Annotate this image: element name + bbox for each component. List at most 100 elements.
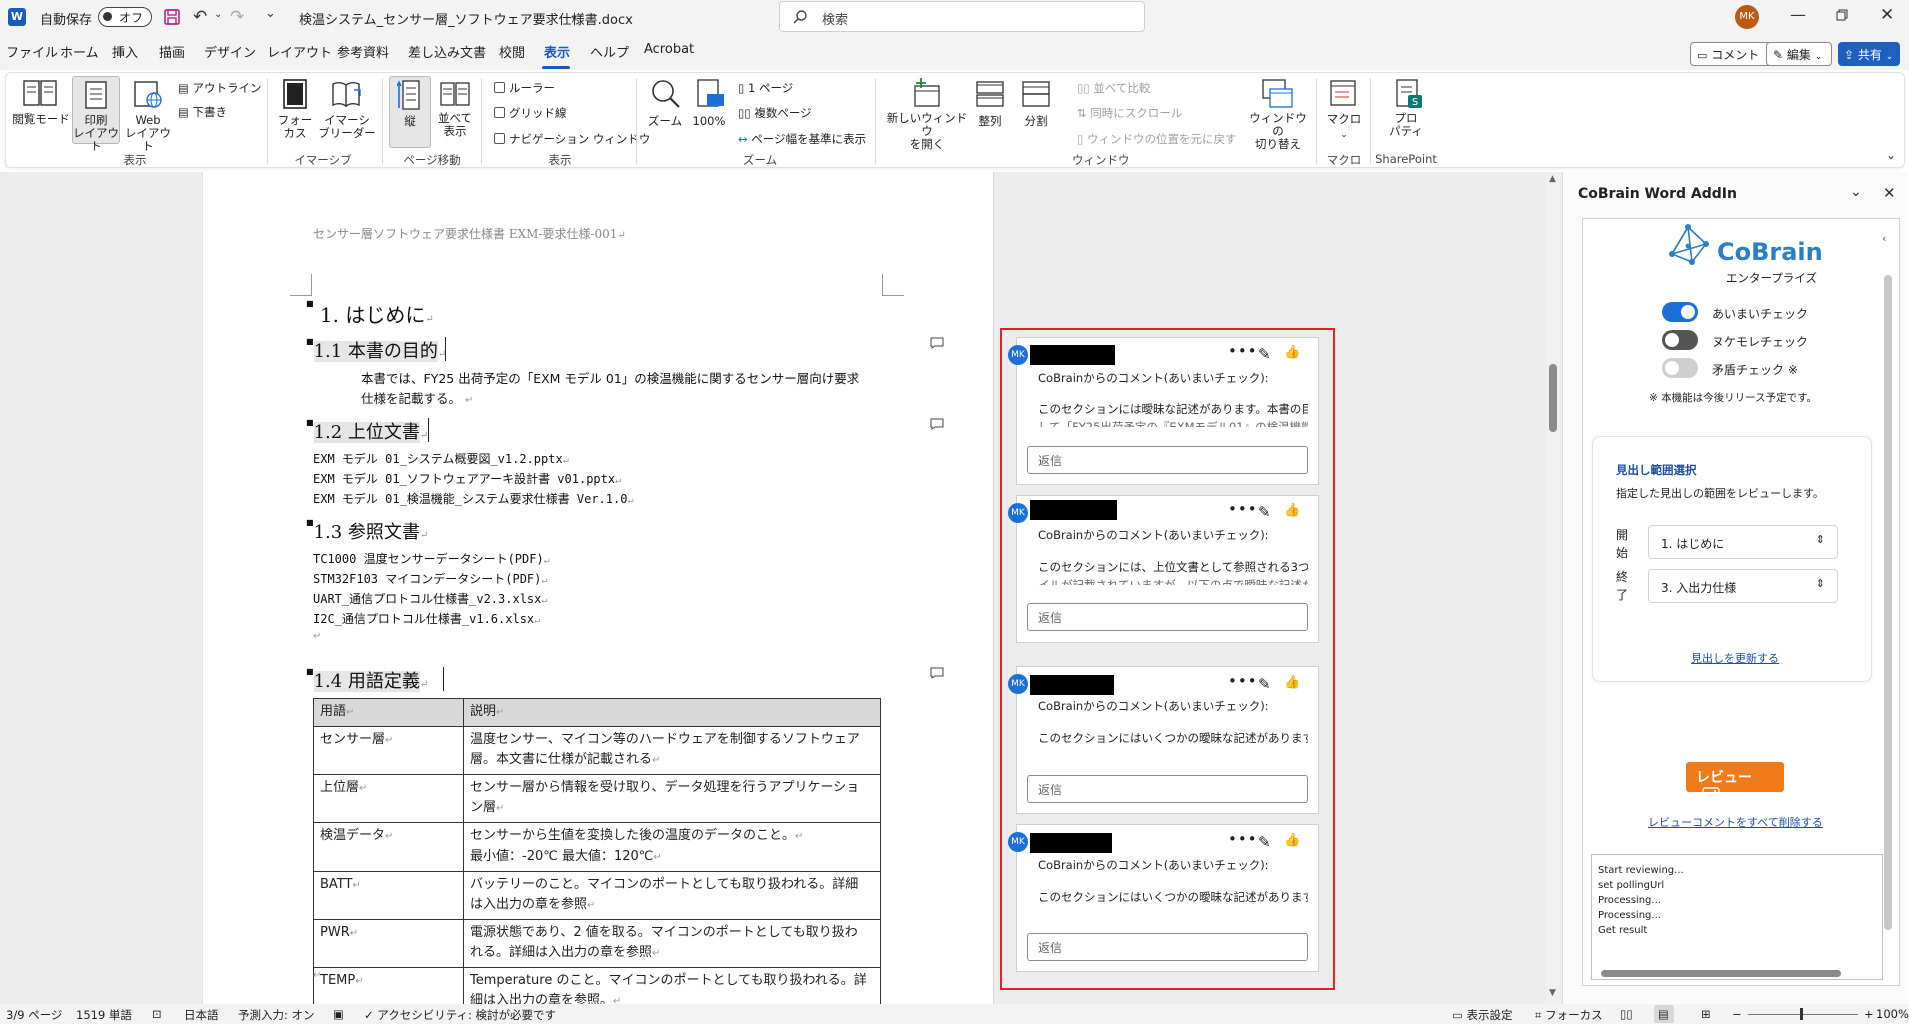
table-cell-term[interactable]: 上位層↵ <box>313 774 464 823</box>
document-scrollbar[interactable] <box>1546 172 1560 1004</box>
table-cell-term[interactable]: BATT↵ <box>313 871 464 920</box>
track-changes-icon[interactable]: ▣ <box>333 1007 344 1021</box>
list-item[interactable]: I2C_通信プロトコル仕様書_v1.6.xlsx↵ <box>313 610 540 627</box>
split-button[interactable]: 分割 <box>1016 114 1056 128</box>
reply-input[interactable]: 返信 <box>1027 446 1308 474</box>
reset-window-position-button[interactable]: ▯ ウィンドウの位置を元に戻す <box>1077 131 1237 147</box>
edit-comment-icon[interactable]: ✎ <box>1258 675 1271 693</box>
zoom-out-icon[interactable]: − <box>1732 1007 1742 1021</box>
text-prediction[interactable]: 予測入力: オン <box>238 1007 315 1023</box>
table-row[interactable]: BATT↵ バッテリーのこと。マイコンのポートとしても取り扱われる。詳細 は入出力… <box>313 871 881 920</box>
terms-table[interactable]: 用語↵ 説明↵ センサー層↵ 温度センサー、マイコン等のハードウェアを制御するソ… <box>313 698 881 1016</box>
review-button[interactable]: レビュー <box>1686 762 1784 803</box>
edit-mode-button[interactable]: ✎ 編集 ⌄ <box>1766 42 1832 66</box>
proofing-icon[interactable]: ⊡ <box>152 1007 162 1021</box>
contradiction-check-toggle[interactable] <box>1662 358 1698 378</box>
reply-input[interactable]: 返信 <box>1027 933 1308 961</box>
table-cell-desc[interactable]: 温度センサー、マイコン等のハードウェアを制御するソフトウェア 層。本文書に仕様が記… <box>463 726 881 775</box>
user-avatar[interactable]: MK <box>1735 5 1759 29</box>
like-icon[interactable]: 👍 <box>1284 833 1300 848</box>
table-cell-desc[interactable]: センサー層から情報を受け取り、データ処理を行うアプリケーショ ン層↵ <box>463 774 881 823</box>
delete-all-comments-link[interactable]: レビューコメントをすべて削除する <box>1648 814 1823 830</box>
heading-1-1[interactable]: ■1.1 本書の目的↵ <box>306 337 446 363</box>
update-headings-link[interactable]: 見出しを更新する <box>1691 650 1779 666</box>
list-item[interactable]: EXM モデル 01_ソフトウェアアーキ設計書 v01.pptx↵ <box>313 470 621 487</box>
addin-scrollbar-thumb[interactable] <box>1884 275 1892 930</box>
document-scrollbar-thumb[interactable] <box>1549 364 1557 432</box>
word-count[interactable]: 1519 単語 <box>76 1007 132 1023</box>
zoom-slider[interactable] <box>1748 1014 1858 1015</box>
print-layout-view-icon[interactable]: ▤ <box>1658 1007 1669 1021</box>
zoom-100-button[interactable]: 100% <box>688 114 730 128</box>
undo-dropdown-icon[interactable]: ⌄ <box>214 9 222 20</box>
read-mode-button[interactable]: 閲覧モード <box>12 112 70 126</box>
minimize-icon[interactable]: — <box>1790 5 1806 24</box>
omission-check-toggle[interactable] <box>1662 330 1698 350</box>
web-layout-button[interactable]: Web レイアウト <box>124 114 172 153</box>
immersive-reader-button[interactable]: イマーシ ブリーダー <box>318 114 376 140</box>
accessibility-status[interactable]: ✓ アクセシビリティ: 検討が必要です <box>364 1007 556 1023</box>
pane-close-icon[interactable]: ✕ <box>1883 184 1896 202</box>
like-icon[interactable]: 👍 <box>1284 345 1300 360</box>
redo-icon[interactable]: ↷ <box>230 7 244 27</box>
zoom-slider-thumb[interactable] <box>1800 1008 1803 1020</box>
tab-home[interactable]: ホーム <box>60 42 99 61</box>
outline-button[interactable]: ▤ アウトライン <box>178 80 262 96</box>
autosave-toggle[interactable]: オフ <box>98 7 152 27</box>
tab-layout[interactable]: レイアウト <box>267 42 332 61</box>
draft-button[interactable]: ▤ 下書き <box>178 104 227 120</box>
new-window-button[interactable]: 新しいウィンドウ を開く <box>886 112 968 151</box>
paragraph-line[interactable]: 仕様を記載する。 ↵ <box>361 388 473 407</box>
table-row[interactable]: センサー層↵ 温度センサー、マイコン等のハードウェアを制御するソフトウェア 層。本… <box>313 726 881 775</box>
comment-button[interactable]: ▭ コメント <box>1690 42 1772 66</box>
tab-acrobat[interactable]: Acrobat <box>644 42 694 57</box>
tab-view[interactable]: 表示 <box>544 42 570 61</box>
scroll-up-icon[interactable]: ▲ <box>1549 174 1556 184</box>
page-width-button[interactable]: ↔ ページ幅を基準に表示 <box>738 131 866 147</box>
table-cell-term[interactable]: センサー層↵ <box>313 726 464 775</box>
macro-button[interactable]: マクロ ⌄ <box>1322 112 1366 142</box>
list-item[interactable]: EXM モデル 01_システム概要図_v1.2.pptx↵ <box>313 450 569 467</box>
heading-1-3[interactable]: ■1.3 参照文書↵ <box>306 518 428 544</box>
edit-comment-icon[interactable]: ✎ <box>1258 503 1271 521</box>
more-options-icon[interactable]: ••• <box>1228 342 1258 360</box>
heading-1[interactable]: ■ 1. はじめに↵ <box>306 299 434 328</box>
close-icon[interactable]: ✕ <box>1880 5 1894 25</box>
focus-mode-button[interactable]: ⌗ フォーカス <box>1535 1007 1603 1023</box>
zoom-in-icon[interactable]: + <box>1864 1007 1874 1021</box>
list-item[interactable]: TC1000 温度センサーデータシート(PDF)↵ <box>313 550 550 567</box>
document-title[interactable]: 検温システム_センサー層_ソフトウェア要求仕様書.docx <box>299 9 633 28</box>
arrange-button[interactable]: 整列 <box>970 114 1010 128</box>
switch-window-button[interactable]: ウィンドウの 切り替え <box>1245 112 1311 151</box>
focus-button[interactable]: フォー カス <box>272 114 318 140</box>
search-box[interactable]: 検索 <box>779 1 1145 32</box>
edit-comment-icon[interactable]: ✎ <box>1258 833 1271 851</box>
side-by-side-button[interactable]: 並べて 表示 <box>434 112 476 138</box>
multi-page-button[interactable]: ▯▯ 複数ページ <box>738 105 812 121</box>
heading-1-4[interactable]: ■1.4 用語定義↵ <box>306 667 428 693</box>
gridlines-checkbox[interactable]: グリッド線 <box>494 105 567 121</box>
heading-1-2[interactable]: ■1.2 上位文書↵ <box>306 418 428 444</box>
table-cell-desc[interactable]: バッテリーのこと。マイコンのポートとしても取り扱われる。詳細 は入出力の章を参照↵ <box>463 871 881 920</box>
table-row[interactable]: 検温データ↵ センサーから生値を変換した後の温度のデータのこと。↵ 最小値：-20… <box>313 822 881 872</box>
list-item[interactable]: UART_通信プロトコル仕様書_v2.3.xlsx↵ <box>313 590 547 607</box>
ruler-checkbox[interactable]: ルーラー <box>494 80 555 96</box>
more-options-icon[interactable]: ••• <box>1228 672 1258 690</box>
title-chevron-icon[interactable]: ⌄ <box>569 8 579 22</box>
table-cell-desc[interactable]: 電源状態であり、2 値を取る。マイコンのポートとしても取り扱わ れる。詳細は入出力… <box>463 919 881 968</box>
comment-marker-icon[interactable] <box>930 418 944 430</box>
display-settings-button[interactable]: ▭ 表示設定 <box>1452 1007 1513 1023</box>
read-mode-view-icon[interactable]: ▯▯ <box>1620 1007 1633 1021</box>
table-cell-desc[interactable]: センサーから生値を変換した後の温度のデータのこと。↵ 最小値：-20℃ 最大値：1… <box>463 822 881 872</box>
tab-references[interactable]: 参考資料 <box>337 42 389 61</box>
zoom-percentage[interactable]: 100% <box>1876 1007 1909 1021</box>
scroll-down-icon[interactable]: ▼ <box>1549 988 1556 998</box>
edit-comment-icon[interactable]: ✎ <box>1258 345 1271 363</box>
more-options-icon[interactable]: ••• <box>1228 830 1258 848</box>
pane-options-icon[interactable]: ⌄ <box>1850 184 1862 200</box>
side-by-side-compare-button[interactable]: ▯▯ 並べて比較 <box>1077 80 1150 96</box>
list-item[interactable]: EXM モデル 01_検温機能_システム要求仕様書 Ver.1.0↵ <box>313 490 634 507</box>
zoom-button[interactable]: ズーム <box>643 114 687 128</box>
reply-input[interactable]: 返信 <box>1027 603 1308 631</box>
tab-draw[interactable]: 描画 <box>159 42 185 61</box>
